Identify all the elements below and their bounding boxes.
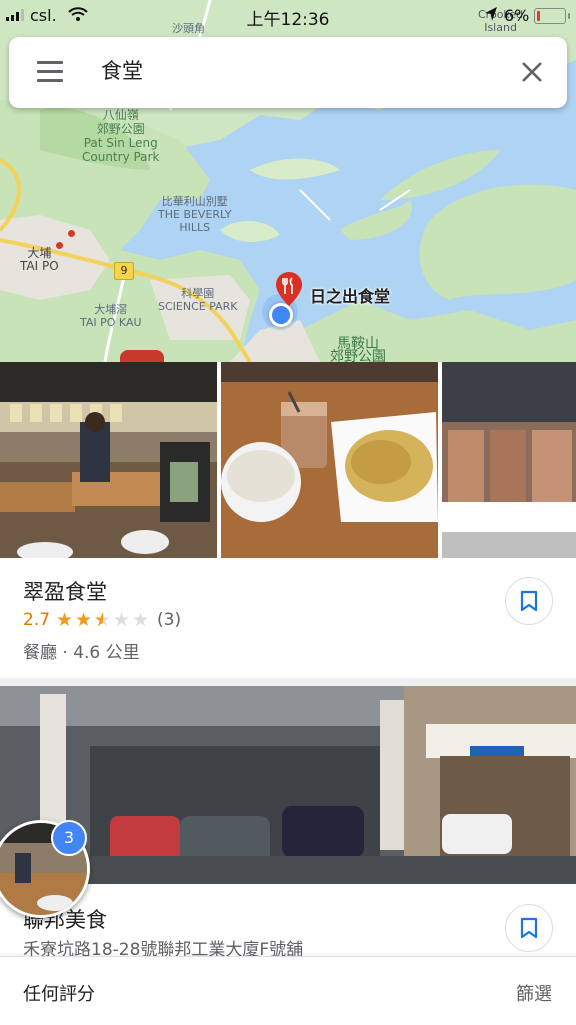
result-card[interactable]: 翠盈食堂 2.7 ★ ★ ★ ★ ★ (3) 餐廳 · 4.6 公里 [0, 558, 576, 678]
close-icon[interactable] [521, 61, 543, 83]
map-poi-dot[interactable] [56, 242, 63, 249]
result-card[interactable]: 聯邦美食 禾寮坑路18-28號聯邦工業大廈F號舖 [0, 884, 576, 960]
food-photo[interactable] [221, 362, 438, 558]
restaurant-interior-photo[interactable] [0, 362, 217, 558]
star-icon: ★ [75, 609, 93, 631]
rating-stars: ★ ★ ★ ★ ★ [56, 609, 151, 631]
restaurant-pin-icon[interactable] [276, 272, 302, 306]
save-button[interactable] [505, 577, 553, 625]
result-name[interactable]: 翠盈食堂 [23, 576, 107, 606]
cluster-count-badge[interactable]: 3 [51, 820, 87, 856]
map-label-ma-on-shan: 馬鞍山 郊野公園 [330, 336, 386, 362]
filter-button[interactable]: 篩選 [516, 980, 552, 1006]
battery-percent: 6% [504, 6, 530, 25]
star-empty-icon: ★ [113, 609, 131, 631]
category-distance: 餐廳 · 4.6 公里 [23, 643, 140, 663]
card-divider [0, 678, 576, 686]
bookmark-icon [520, 590, 538, 612]
route-9-shield: 9 [114, 262, 134, 280]
menu-icon[interactable] [37, 61, 63, 83]
bookmark-icon [520, 917, 538, 939]
result-photos-carousel[interactable] [0, 362, 576, 558]
map-label-pat-sin-leng: 八仙嶺 郊野公園 Pat Sin Leng Country Park [82, 108, 160, 164]
map-poi-dot[interactable] [68, 230, 75, 237]
map-label-tai-po: 大埔 TAI PO [20, 246, 59, 273]
review-count: (3) [157, 610, 182, 630]
map-poi-pin[interactable] [120, 350, 164, 362]
map-label-science-park: 科學園 SCIENCE PARK [158, 287, 238, 313]
search-bar[interactable] [9, 37, 567, 108]
rating-filter-button[interactable]: 任何評分 [23, 980, 95, 1006]
star-empty-icon: ★ [132, 609, 150, 631]
place-pin-label[interactable]: 日之出食堂 [310, 283, 390, 307]
bottom-filter-bar: 任何評分 篩選 [0, 956, 576, 1025]
battery-icon [534, 8, 570, 24]
map-label-tai-po-kau: 大埔滘 TAI PO KAU [80, 303, 142, 329]
current-location-icon [269, 303, 293, 327]
star-icon: ★ [56, 609, 74, 631]
rating-row: 2.7 ★ ★ ★ ★ ★ (3) [23, 609, 181, 631]
location-arrow-icon [485, 7, 497, 21]
search-input[interactable] [101, 58, 481, 82]
status-bar: csl. 上午12:36 6% [0, 0, 576, 30]
rating-value: 2.7 [23, 610, 51, 630]
storefront-photo[interactable] [442, 362, 576, 558]
map-label-beverly-hills: 比華利山別墅 THE BEVERLY HILLS [158, 195, 232, 234]
save-button[interactable] [505, 904, 553, 952]
star-half-icon: ★ [94, 611, 113, 630]
